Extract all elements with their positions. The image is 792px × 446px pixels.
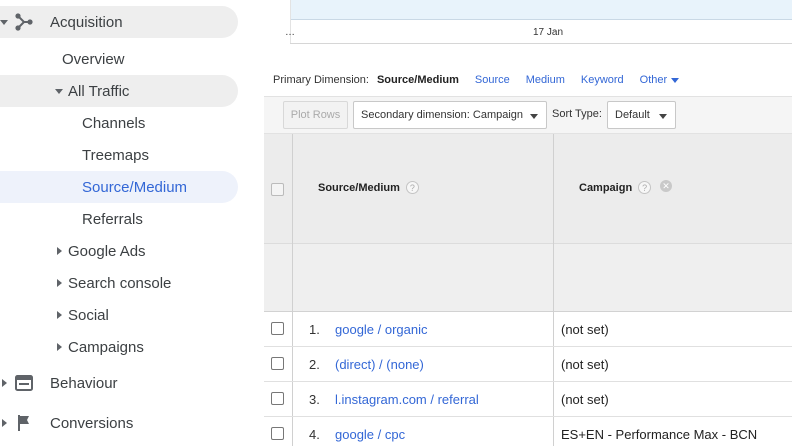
select-all-checkbox[interactable]: [271, 183, 284, 196]
sidebar-section-conversions[interactable]: Conversions: [0, 407, 238, 439]
primary-dimension-current: Source/Medium: [376, 74, 459, 86]
sidebar-item-label: All Traffic: [68, 82, 130, 100]
sidebar-item-referrals[interactable]: Referrals: [0, 203, 238, 235]
source-medium-link[interactable]: google / cpc: [335, 427, 405, 442]
primary-dimension-bar: Primary Dimension: Source/Medium Source …: [273, 74, 680, 86]
sort-type-value: Default: [615, 109, 650, 121]
sort-type-select[interactable]: Default: [607, 101, 676, 129]
sidebar-item-label: Search console: [68, 274, 172, 292]
campaign-cell: (not set): [561, 392, 609, 407]
sidebar-item-label: Referrals: [82, 210, 143, 228]
sidebar-group-search-console[interactable]: Search console: [0, 267, 238, 299]
primary-dimension-keyword-link[interactable]: Keyword: [581, 74, 624, 86]
primary-dimension-label: Primary Dimension:: [273, 74, 369, 86]
other-label: Other: [639, 74, 668, 86]
source-medium-link[interactable]: l.instagram.com / referral: [335, 392, 479, 407]
sidebar-section-acquisition[interactable]: Acquisition: [0, 6, 238, 38]
chart-x-tick-label: 17 Jan: [533, 27, 564, 38]
sidebar-item-source-medium[interactable]: Source/Medium: [0, 171, 238, 203]
table-row: 2. (direct) / (none) (not set): [264, 347, 792, 382]
caret-right-icon: [57, 247, 62, 255]
sidebar-item-treemaps[interactable]: Treemaps: [0, 139, 238, 171]
sidebar-section-behaviour[interactable]: Behaviour: [0, 367, 238, 399]
column-header-campaign[interactable]: Campaign ?: [579, 181, 652, 194]
table-header: Source/Medium ? Campaign ? ✕: [264, 134, 792, 244]
sidebar-item-label: Treemaps: [82, 146, 149, 164]
plot-rows-button[interactable]: Plot Rows: [283, 101, 348, 129]
chart-area: [290, 0, 792, 20]
table-row: 4. google / cpc ES+EN - Performance Max …: [264, 417, 792, 446]
sidebar-item-label: Google Ads: [68, 242, 146, 260]
report-main: … 17 Jan Primary Dimension: Source/Mediu…: [264, 0, 792, 446]
sidebar-section-label: Behaviour: [50, 374, 118, 392]
sidebar-item-label: Channels: [82, 114, 146, 132]
caret-down-icon: [55, 89, 63, 94]
caret-down-icon: [530, 114, 538, 119]
acquisition-icon: [15, 13, 33, 31]
campaign-cell: (not set): [561, 322, 609, 337]
column-header-source-medium[interactable]: Source/Medium ?: [318, 181, 419, 194]
sidebar-group-campaigns[interactable]: Campaigns: [0, 331, 238, 363]
caret-right-icon: [57, 279, 62, 287]
flag-icon: [18, 415, 29, 431]
row-checkbox[interactable]: [271, 392, 284, 405]
sidebar-item-label: Campaigns: [68, 338, 144, 356]
caret-down-icon: [671, 77, 680, 83]
caret-right-icon: [2, 379, 7, 387]
column-header-label: Source/Medium: [318, 181, 400, 194]
chart-x-tick-label: …: [285, 27, 295, 38]
source-medium-link[interactable]: (direct) / (none): [335, 357, 424, 372]
row-number: 3.: [309, 392, 320, 407]
row-checkbox[interactable]: [271, 322, 284, 335]
row-number: 4.: [309, 427, 320, 442]
column-header-label: Campaign: [579, 181, 633, 194]
caret-right-icon: [57, 311, 62, 319]
primary-dimension-medium-link[interactable]: Medium: [526, 74, 565, 86]
row-checkbox[interactable]: [271, 427, 284, 440]
caret-down-icon: [659, 114, 667, 119]
caret-down-icon: [0, 20, 8, 25]
row-number: 2.: [309, 357, 320, 372]
table-row: 1. google / organic (not set): [264, 312, 792, 347]
row-checkbox[interactable]: [271, 357, 284, 370]
row-number: 1.: [309, 322, 320, 337]
secondary-dimension-select[interactable]: Secondary dimension: Campaign: [353, 101, 547, 129]
chart-x-axis: [290, 43, 792, 44]
caret-right-icon: [57, 343, 62, 351]
primary-dimension-other-dropdown[interactable]: Other: [640, 74, 680, 86]
table-toolbar: Plot Rows Secondary dimension: Campaign …: [264, 96, 792, 134]
help-icon[interactable]: ?: [638, 181, 652, 194]
sidebar-item-all-traffic[interactable]: All Traffic: [0, 75, 238, 107]
sidebar-item-label: Source/Medium: [82, 178, 188, 196]
sort-type-label: Sort Type:: [552, 108, 602, 120]
primary-dimension-source-link[interactable]: Source: [475, 74, 510, 86]
secondary-dimension-value: Secondary dimension: Campaign: [361, 109, 524, 121]
sidebar-item-label: Social: [68, 306, 109, 324]
caret-right-icon: [2, 419, 7, 427]
sidebar-group-social[interactable]: Social: [0, 299, 238, 331]
table-row: 3. l.instagram.com / referral (not set): [264, 382, 792, 417]
help-icon[interactable]: ?: [405, 181, 419, 194]
sidebar-section-label: Conversions: [50, 414, 134, 432]
sidebar-item-channels[interactable]: Channels: [0, 107, 238, 139]
sidebar-group-google-ads[interactable]: Google Ads: [0, 235, 238, 267]
table-summary-row: [264, 244, 792, 312]
source-medium-link[interactable]: google / organic: [335, 322, 428, 337]
campaign-cell: ES+EN - Performance Max - BCN: [561, 427, 758, 442]
campaign-cell: (not set): [561, 357, 609, 372]
sidebar: Acquisition Overview All Traffic Channel…: [0, 0, 264, 446]
sidebar-item-overview[interactable]: Overview: [0, 43, 238, 75]
behaviour-icon: [15, 375, 33, 391]
sidebar-item-label: Overview: [62, 50, 125, 68]
remove-dimension-icon[interactable]: ✕: [660, 180, 672, 192]
sidebar-section-label: Acquisition: [50, 13, 123, 31]
